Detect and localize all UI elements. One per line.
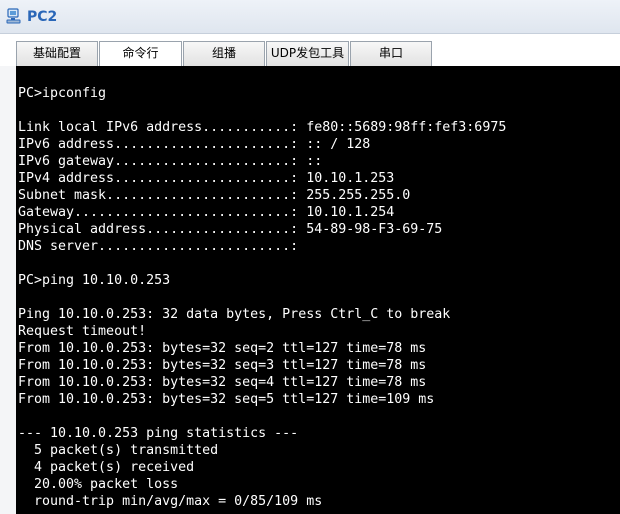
- window-title: PC2: [27, 9, 58, 25]
- terminal-line: From 10.10.0.253: bytes=32 seq=3 ttl=127…: [18, 358, 427, 373]
- pc-icon: [6, 8, 21, 24]
- tab-serial-port[interactable]: 串口: [350, 41, 432, 66]
- terminal-line: From 10.10.0.253: bytes=32 seq=5 ttl=127…: [18, 392, 435, 407]
- terminal-output: PC>ipconfig Link local IPv6 address......…: [18, 85, 506, 510]
- terminal-line: PC>ipconfig: [18, 86, 107, 101]
- terminal-line: From 10.10.0.253: bytes=32 seq=2 ttl=127…: [18, 341, 427, 356]
- terminal-line: IPv4 address......................: 10.1…: [18, 171, 395, 186]
- tab-multicast[interactable]: 组播: [183, 41, 265, 66]
- command-terminal[interactable]: PC>ipconfig Link local IPv6 address......…: [16, 66, 620, 514]
- terminal-line: From 10.10.0.253: bytes=32 seq=4 ttl=127…: [18, 375, 427, 390]
- tab-bar: 基础配置 命令行 组播 UDP发包工具 串口: [0, 34, 620, 66]
- terminal-line: Request timeout!: [18, 324, 147, 339]
- pc2-window: PC2 基础配置 命令行 组播 UDP发包工具 串口 PC>ipconfig Li…: [0, 0, 620, 514]
- terminal-line: 4 packet(s) received: [18, 460, 195, 475]
- terminal-line: DNS server........................:: [18, 239, 299, 254]
- terminal-line: round-trip min/avg/max = 0/85/109 ms: [18, 494, 323, 509]
- terminal-line: Link local IPv6 address...........: fe80…: [18, 120, 507, 135]
- terminal-line: Gateway...........................: 10.1…: [18, 205, 395, 220]
- tab-udp-tool[interactable]: UDP发包工具: [266, 41, 349, 66]
- terminal-line: --- 10.10.0.253 ping statistics ---: [18, 426, 299, 441]
- terminal-line: Physical address..................: 54-8…: [18, 222, 443, 237]
- terminal-line: 20.00% packet loss: [18, 477, 179, 492]
- title-bar: PC2: [0, 0, 620, 34]
- terminal-line: IPv6 gateway......................: ::: [18, 154, 323, 169]
- terminal-line: 5 packet(s) transmitted: [18, 443, 219, 458]
- tab-command-line[interactable]: 命令行: [99, 41, 182, 66]
- terminal-line: Subnet mask.......................: 255.…: [18, 188, 411, 203]
- terminal-line: PC>ping 10.10.0.253: [18, 273, 171, 288]
- tab-basic-config[interactable]: 基础配置: [16, 41, 98, 66]
- terminal-line: IPv6 address......................: :: /…: [18, 137, 371, 152]
- terminal-line: Ping 10.10.0.253: 32 data bytes, Press C…: [18, 307, 451, 322]
